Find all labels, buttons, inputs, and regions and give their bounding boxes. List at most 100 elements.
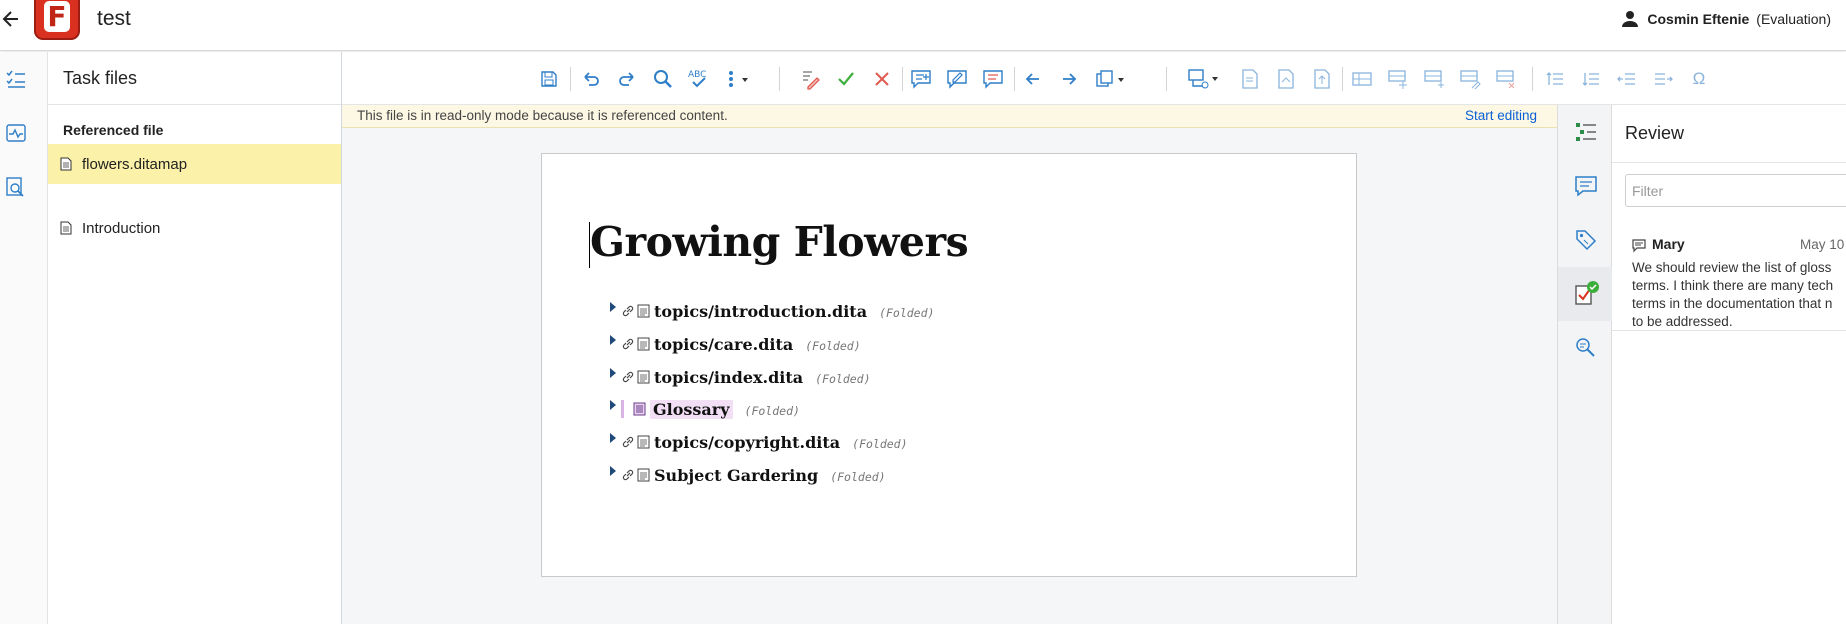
search-icon[interactable] <box>650 66 676 92</box>
folded-label: (Folded) <box>879 306 935 320</box>
document-page[interactable]: Growing Flowers topics/introduction.dita… <box>541 153 1357 577</box>
folded-label: (Folded) <box>805 339 861 353</box>
track-changes-icon[interactable] <box>797 66 823 92</box>
save-icon[interactable] <box>536 66 562 92</box>
expand-triangle-icon[interactable] <box>610 432 616 443</box>
topicref-care[interactable]: topics/care.dita (Folded) <box>610 332 861 356</box>
topicref-index[interactable]: topics/index.dita (Folded) <box>610 365 871 389</box>
find-icon[interactable] <box>5 176 27 198</box>
app-title: test <box>97 7 131 30</box>
insert-before-icon[interactable] <box>1273 66 1299 92</box>
insert-row-icon[interactable] <box>1349 66 1375 92</box>
search-results-icon[interactable] <box>1558 321 1613 375</box>
accept-change-icon[interactable] <box>833 66 859 92</box>
folded-label: (Folded) <box>744 404 800 418</box>
task-list-icon[interactable] <box>5 68 27 90</box>
folded-label: (Folded) <box>830 470 886 484</box>
document-title[interactable]: Growing Flowers <box>590 218 969 266</box>
link-icon <box>622 305 634 317</box>
expand-triangle-icon[interactable] <box>610 301 616 312</box>
expand-triangle-icon[interactable] <box>610 465 616 476</box>
insert-after-icon[interactable] <box>1309 66 1335 92</box>
top-bar: F test Cosmin Eftenie (Evaluation) <box>0 0 1846 51</box>
topicref-label: topics/care.dita <box>654 334 794 354</box>
back-arrow-icon[interactable] <box>2 9 20 29</box>
topicref-glossary[interactable]: Glossary (Folded) <box>610 397 800 421</box>
promote-icon[interactable] <box>1614 66 1640 92</box>
redo-icon[interactable] <box>614 66 640 92</box>
user-plan: (Evaluation) <box>1756 11 1831 27</box>
start-editing-link[interactable]: Start editing <box>1465 108 1537 123</box>
edit-comment-icon[interactable] <box>944 66 970 92</box>
link-icon <box>622 338 634 350</box>
referenced-file-label: Referenced file <box>63 122 164 138</box>
expand-triangle-icon[interactable] <box>610 334 616 345</box>
topicref-copyright[interactable]: topics/copyright.dita (Folded) <box>610 430 908 454</box>
undo-icon[interactable] <box>578 66 604 92</box>
file-item-label: Introduction <box>82 219 161 237</box>
add-comment-icon[interactable] <box>908 66 934 92</box>
review-check-icon[interactable] <box>1558 267 1613 321</box>
review-filter-input[interactable]: Filter <box>1625 174 1846 207</box>
read-only-notice: This file is in read-only mode because i… <box>342 105 1557 128</box>
tags-icon[interactable] <box>1558 213 1613 267</box>
demote-icon[interactable] <box>1650 66 1676 92</box>
folded-label: (Folded) <box>815 372 871 386</box>
comment-card[interactable]: Mary May 10 We should review the list of… <box>1612 223 1846 329</box>
link-icon <box>622 436 634 448</box>
special-char-icon[interactable]: Ω <box>1686 66 1712 92</box>
file-icon <box>60 157 72 171</box>
glossary-icon <box>633 402 646 416</box>
right-side-rail <box>1557 105 1613 624</box>
comment-line: We should review the list of gloss <box>1632 260 1832 275</box>
expand-triangle-icon[interactable] <box>610 399 616 410</box>
user-icon <box>1622 11 1639 27</box>
expand-triangle-icon[interactable] <box>610 367 616 378</box>
editor-toolbar: ABC Ω <box>342 52 1846 105</box>
spellcheck-icon[interactable]: ABC <box>686 66 712 92</box>
move-down-icon[interactable] <box>1578 66 1604 92</box>
topicref-label: topics/introduction.dita <box>654 301 868 321</box>
review-title: Review <box>1612 105 1846 163</box>
review-panel: Review Filter Mary May 10 We should revi… <box>1612 105 1846 624</box>
delete-row-icon[interactable] <box>1493 66 1519 92</box>
folded-label: (Folded) <box>852 437 908 451</box>
activity-icon[interactable] <box>5 122 27 144</box>
topic-icon <box>637 304 650 318</box>
copy-paste-icon[interactable] <box>1092 66 1132 92</box>
file-item-flowers-ditamap[interactable]: flowers.ditamap <box>48 144 341 184</box>
next-icon[interactable] <box>1056 66 1082 92</box>
comment-icon <box>1632 239 1646 253</box>
comment-divider <box>1612 330 1846 331</box>
insert-row-below-icon[interactable] <box>1421 66 1447 92</box>
glossary-marker <box>621 400 624 418</box>
insert-table-icon[interactable] <box>1385 66 1411 92</box>
topic-icon <box>637 337 650 351</box>
panel-title: Task files <box>48 52 341 105</box>
topic-icon <box>637 468 650 482</box>
notice-text: This file is in read-only mode because i… <box>357 108 728 123</box>
outline-icon[interactable] <box>1558 105 1613 159</box>
reject-change-icon[interactable] <box>869 66 895 92</box>
link-icon <box>622 469 634 481</box>
file-item-introduction[interactable]: Introduction <box>48 208 341 248</box>
remove-comment-icon[interactable] <box>980 66 1006 92</box>
logo-letter: F <box>44 1 70 32</box>
comment-line: to be addressed. <box>1632 314 1733 329</box>
insert-topicref-icon[interactable] <box>1237 66 1263 92</box>
task-files-panel: Task files Referenced file flowers.ditam… <box>48 52 342 624</box>
insert-reference-icon[interactable] <box>1186 66 1222 92</box>
topicref-subject-gardering[interactable]: Subject Gardering (Folded) <box>610 463 886 487</box>
topicref-label: topics/index.dita <box>654 367 804 387</box>
move-up-icon[interactable] <box>1542 66 1568 92</box>
more-options-icon[interactable] <box>722 66 754 92</box>
app-logo: F <box>34 0 80 40</box>
topicref-label: Subject Gardering <box>654 465 819 485</box>
comments-icon[interactable] <box>1558 159 1613 213</box>
topicref-introduction[interactable]: topics/introduction.dita (Folded) <box>610 299 934 323</box>
previous-icon[interactable] <box>1020 66 1046 92</box>
comment-body: We should review the list of gloss terms… <box>1632 259 1846 331</box>
topicref-label: topics/copyright.dita <box>654 432 841 452</box>
user-menu[interactable]: Cosmin Eftenie (Evaluation) <box>1621 10 1831 28</box>
edit-properties-icon[interactable] <box>1457 66 1483 92</box>
